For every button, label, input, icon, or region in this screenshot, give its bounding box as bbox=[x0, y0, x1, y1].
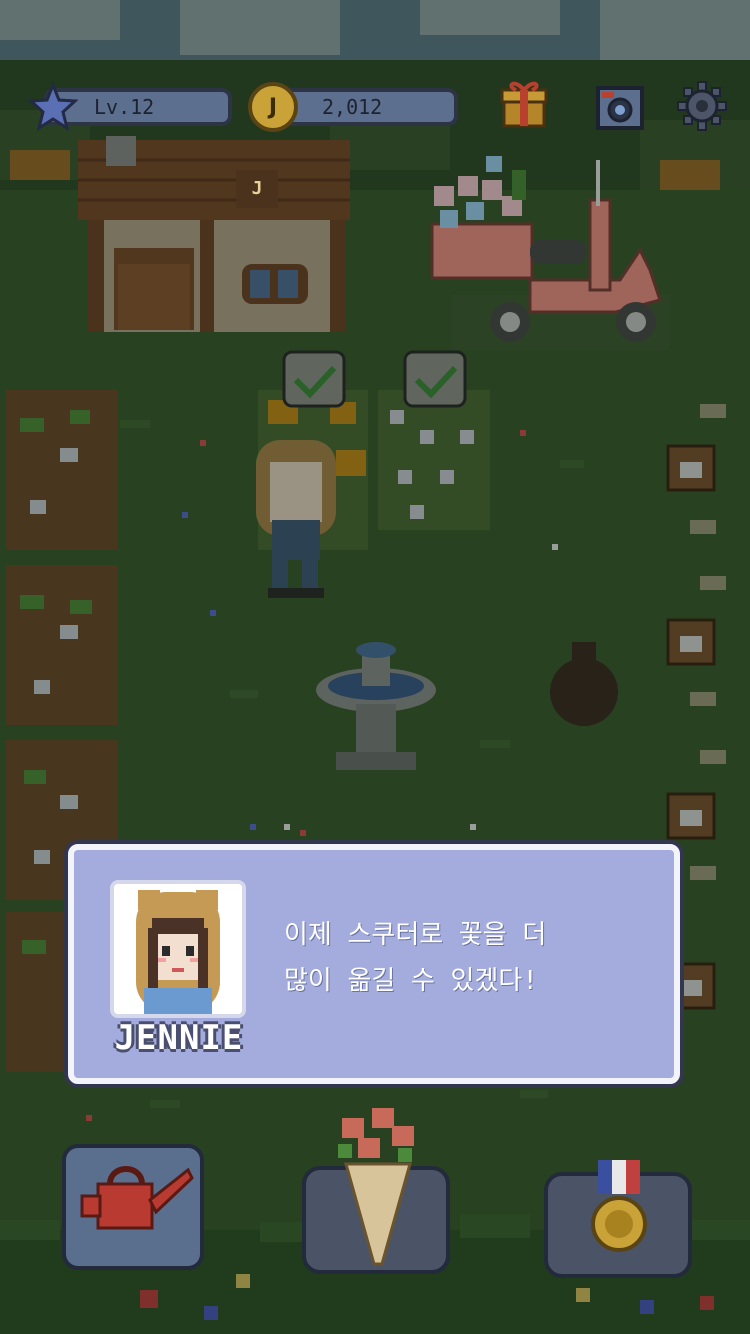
flower-bouquet-icon bbox=[302, 1108, 450, 1274]
shop-sign: J bbox=[240, 174, 274, 204]
star-icon bbox=[28, 82, 78, 132]
speaker-portrait bbox=[110, 880, 246, 1018]
medal-button[interactable] bbox=[544, 1158, 692, 1278]
gear-icon bbox=[677, 81, 727, 131]
dialog-line-2: 많이 옮길 수 있겠다! bbox=[284, 966, 538, 996]
dialog-box[interactable]: JENNIE 이제 스쿠터로 꽃을 더 많이 옮길 수 있겠다! bbox=[68, 844, 680, 1084]
bouquet-button[interactable] bbox=[302, 1104, 450, 1274]
level-label: Lv.12 bbox=[94, 95, 155, 119]
dialog-line-1: 이제 스쿠터로 꽃을 더 bbox=[284, 920, 547, 950]
camera-button[interactable] bbox=[594, 80, 646, 132]
medal-icon bbox=[544, 1160, 692, 1278]
coin-amount: 2,012 bbox=[322, 95, 383, 119]
settings-button[interactable] bbox=[676, 80, 728, 132]
flower-scooter bbox=[430, 156, 670, 350]
dialog-message: 이제 스쿠터로 꽃을 더 많이 옮길 수 있겠다! bbox=[284, 912, 654, 1004]
coin-icon: J bbox=[248, 82, 298, 132]
watering-can-icon bbox=[62, 1144, 204, 1270]
speaker-name: JENNIE bbox=[114, 1018, 244, 1058]
camera-icon bbox=[596, 86, 644, 130]
gift-box-icon bbox=[500, 81, 548, 128]
watering-button[interactable] bbox=[62, 1144, 204, 1270]
shop-sign-label: J bbox=[251, 178, 263, 199]
coin-symbol: J bbox=[268, 94, 278, 120]
jennie-portrait-icon bbox=[114, 884, 242, 1014]
gift-box-button[interactable] bbox=[498, 78, 550, 130]
